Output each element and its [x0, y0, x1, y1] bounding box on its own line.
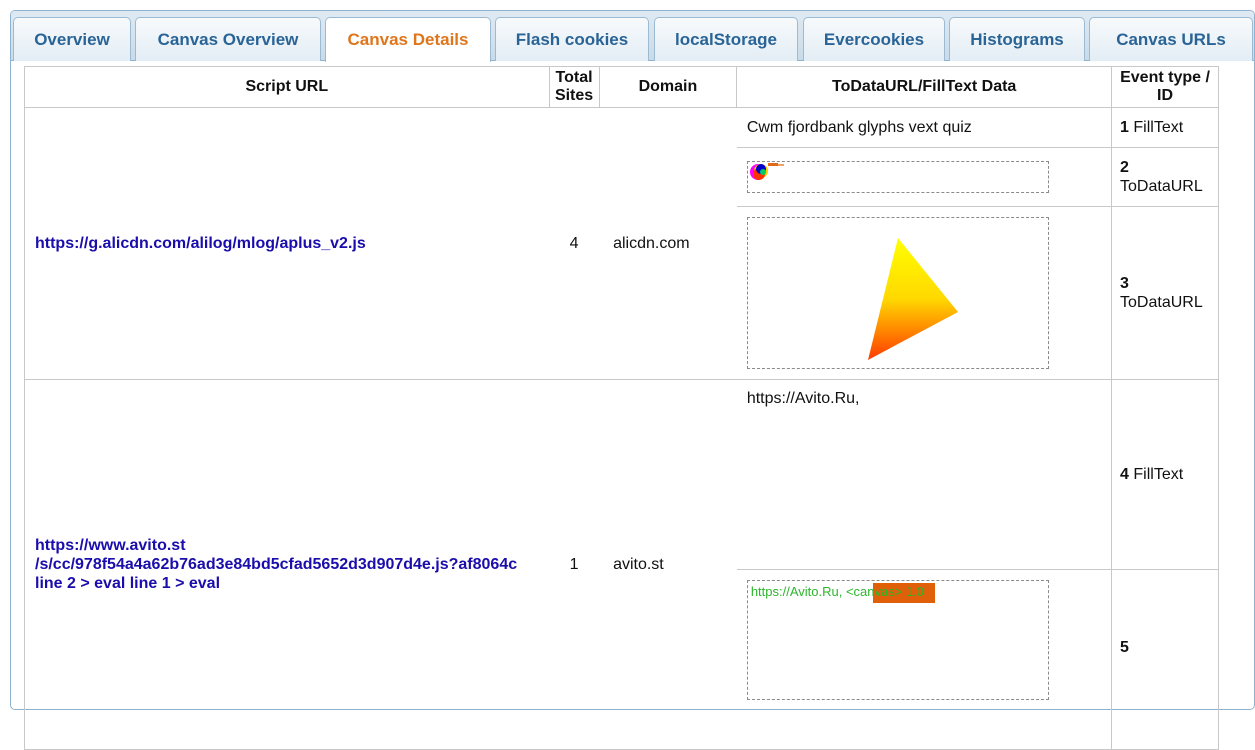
canvas-details-table: Script URL Total Sites Domain ToDataURL/F… — [24, 66, 1219, 750]
filltext-data-cell: https://Avito.Ru, — [736, 379, 1113, 570]
canvas-triangle-graphic — [867, 238, 958, 360]
table-row: https://www.avito.st /s/cc/978f54a4a62b7… — [24, 379, 1219, 750]
script-url-link[interactable]: https://www.avito.st /s/cc/978f54a4a62b7… — [35, 536, 517, 593]
tab-overview[interactable]: Overview — [13, 17, 131, 61]
table-header-row: Script URL Total Sites Domain ToDataURL/F… — [24, 66, 1219, 108]
event-type: FillText — [1133, 119, 1184, 136]
domain-cell: alicdn.com — [599, 107, 737, 380]
script-url-cell: https://www.avito.st /s/cc/978f54a4a62b7… — [24, 379, 550, 750]
event-type: ToDataURL — [1120, 178, 1203, 195]
tab-bar: Overview Canvas Overview Canvas Details … — [11, 11, 1254, 62]
filltext-data: https://Avito.Ru, — [746, 390, 860, 407]
canvas-circles-graphic — [749, 163, 784, 180]
tab-histograms[interactable]: Histograms — [949, 17, 1085, 61]
domain-cell: avito.st — [599, 379, 737, 750]
event-type-cell: 4 FillText — [1111, 379, 1219, 570]
event-type-cell: 3 ToDataURL — [1111, 206, 1219, 380]
event-id: 4 — [1120, 466, 1129, 483]
tab-localstorage[interactable]: localStorage — [654, 17, 798, 61]
total-sites-cell: 4 — [549, 107, 600, 380]
event-type-cell: 1 FillText — [1111, 107, 1219, 148]
header-event-type: Event type / ID — [1111, 66, 1219, 108]
header-total-sites: Total Sites — [548, 66, 600, 108]
tab-evercookies[interactable]: Evercookies — [803, 17, 945, 61]
event-type-cell: 5 — [1111, 569, 1219, 750]
event-type: FillText — [1133, 466, 1184, 483]
script-url-cell: https://g.alicdn.com/alilog/mlog/aplus_v… — [24, 107, 550, 380]
canvas-image: https://Avito.Ru, <canvas> 1.0 — [746, 580, 1049, 700]
event-type: ToDataURL — [1120, 294, 1203, 311]
tab-canvas-overview[interactable]: Canvas Overview — [135, 17, 321, 61]
event-id: 5 — [1120, 639, 1129, 656]
filltext-data: Cwm fjordbank glyphs vext quiz — [746, 118, 972, 136]
event-id: 2 — [1120, 159, 1129, 176]
canvas-fill-text: https://Avito.Ru, <canvas> 1.0 — [750, 584, 925, 599]
canvas-image — [746, 217, 1049, 369]
event-id: 3 — [1120, 275, 1129, 292]
total-sites-cell: 1 — [549, 379, 600, 750]
event-id: 1 — [1120, 119, 1129, 136]
header-domain: Domain — [598, 66, 738, 108]
tab-canvas-details[interactable]: Canvas Details — [325, 17, 491, 62]
table-row: https://g.alicdn.com/alilog/mlog/aplus_v… — [24, 107, 1219, 380]
event-type-cell: 2 ToDataURL — [1111, 147, 1219, 207]
todataurl-data-cell — [736, 147, 1113, 207]
tab-canvas-urls[interactable]: Canvas URLs — [1089, 17, 1253, 61]
tab-flash-cookies[interactable]: Flash cookies — [495, 17, 649, 61]
canvas-image — [746, 161, 1049, 193]
todataurl-data-cell — [736, 206, 1113, 380]
todataurl-data-cell: https://Avito.Ru, <canvas> 1.0 — [736, 569, 1113, 750]
header-data: ToDataURL/FillText Data — [736, 66, 1113, 108]
filltext-data-cell: Cwm fjordbank glyphs vext quiz — [736, 107, 1113, 148]
header-script-url: Script URL — [24, 66, 550, 108]
script-url-link[interactable]: https://g.alicdn.com/alilog/mlog/aplus_v… — [35, 234, 366, 253]
